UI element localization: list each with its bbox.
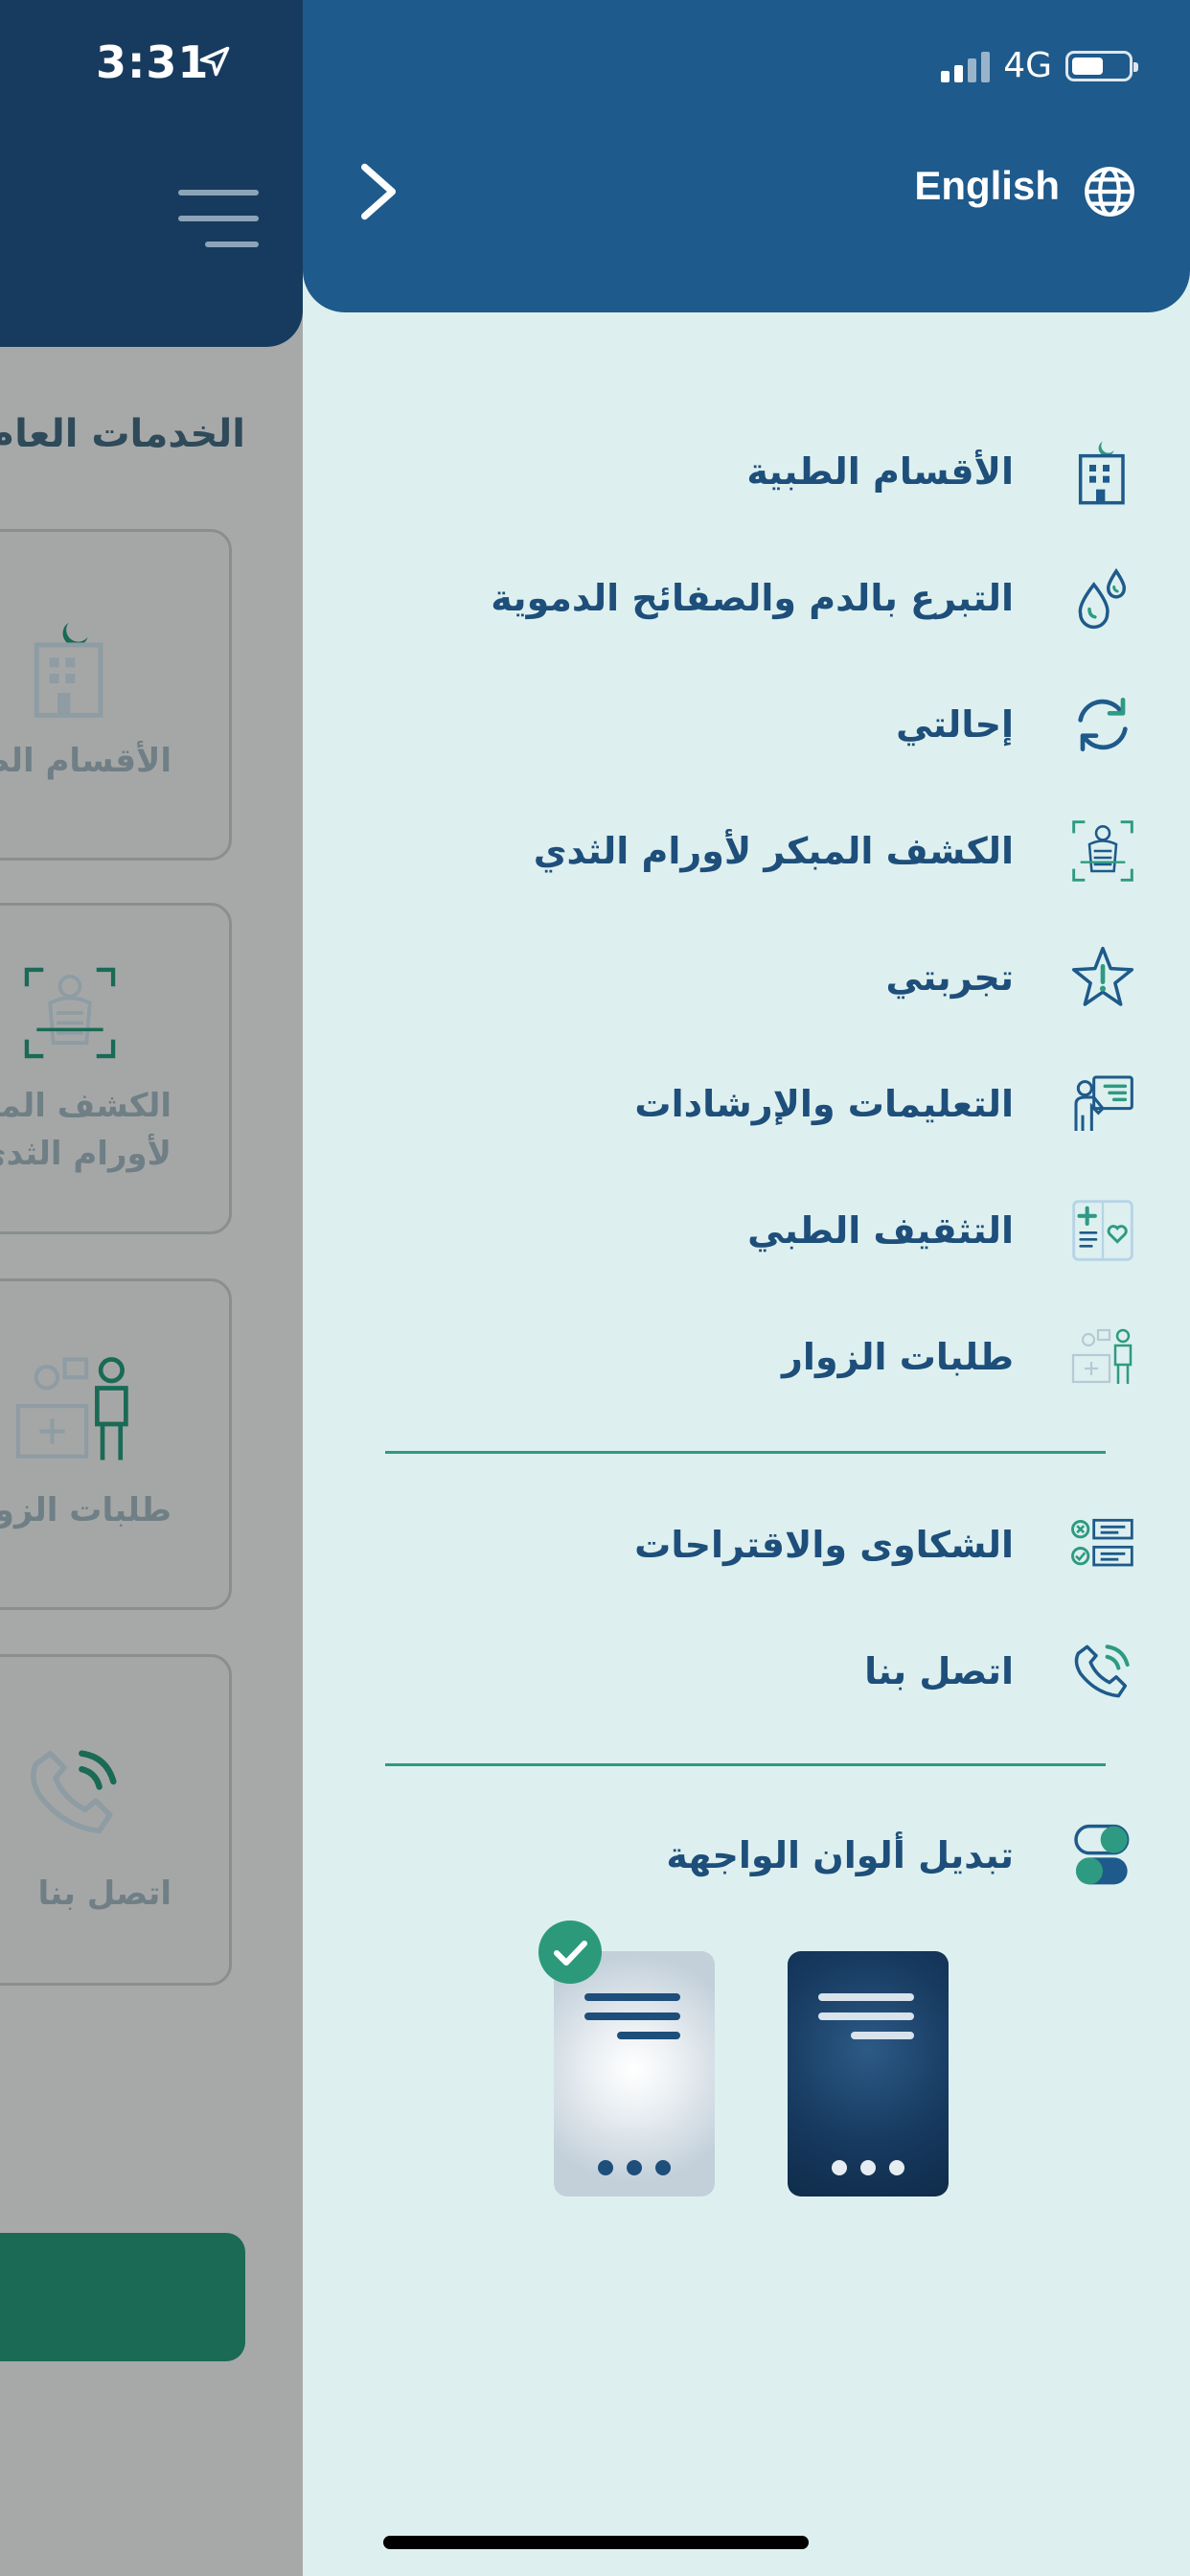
home-indicator — [383, 2536, 809, 2549]
background-header: 3:31 — [0, 0, 303, 347]
blood-drops-icon — [1078, 567, 1127, 630]
theme-option-dark[interactable] — [788, 1951, 949, 2196]
menu-item-label: تبديل ألوان الواجهة — [666, 1834, 1014, 1876]
menu-item-blood-donation[interactable]: التبرع بالدم والصفائح الدموية — [408, 552, 1136, 644]
refresh-arrows-icon — [1078, 698, 1128, 751]
service-card-label-line2: لأورام الثدي — [0, 1135, 172, 1173]
medical-education-icon — [1072, 1200, 1133, 1261]
service-card-breast-screening[interactable]: الكشف المبك لأورام الثدي — [0, 903, 232, 1234]
hospital-building-icon — [1078, 441, 1125, 505]
menu-item-my-experience[interactable]: تجربتي — [408, 932, 1136, 1024]
breast-screening-icon — [24, 967, 116, 1059]
toggle-switches-icon — [1074, 1824, 1130, 1885]
service-card-label: طلبات الزوا — [0, 1491, 172, 1530]
service-card-contact-us[interactable]: اتصل بنا — [0, 1654, 232, 1986]
menu-item-contact-us[interactable]: اتصل بنا — [408, 1625, 1136, 1717]
globe-icon[interactable] — [1083, 165, 1136, 218]
phone-call-icon — [1074, 1644, 1130, 1698]
hospital-building-icon — [34, 622, 103, 718]
service-card-medical-departments[interactable]: الأقسام الطب — [0, 529, 232, 861]
menu-item-medical-education[interactable]: التثقيف الطبي — [408, 1184, 1136, 1276]
menu-divider — [385, 1763, 1106, 1766]
menu-item-breast-screening[interactable]: الكشف المبكر لأورام الثدي — [408, 805, 1136, 897]
menu-item-label: اتصل بنا — [864, 1650, 1014, 1692]
menu-item-medical-departments[interactable]: الأقسام الطبية — [408, 426, 1136, 518]
language-toggle[interactable]: English — [914, 163, 1060, 209]
status-bar-indicators: 4G — [941, 46, 1138, 85]
complaints-checklist-icon — [1071, 1518, 1133, 1567]
menu-item-label: التثقيف الطبي — [747, 1209, 1014, 1252]
section-title: الخدمات العام — [0, 412, 245, 456]
drawer-header: 4G English — [303, 0, 1190, 312]
theme-option-light[interactable] — [554, 1951, 715, 2196]
menu-item-theme-switch: تبديل ألوان الواجهة — [408, 1809, 1136, 1901]
instructions-icon — [1074, 1075, 1133, 1131]
menu-item-label: التبرع بالدم والصفائح الدموية — [491, 577, 1014, 619]
status-time: 3:31 — [96, 36, 210, 88]
star-alert-icon — [1071, 946, 1134, 1006]
background-screen: 3:31 الخدمات العام الأقسام الطب الكشف ال… — [0, 0, 303, 2576]
menu-item-label: الشكاوى والاقتراحات — [634, 1524, 1014, 1566]
menu-item-label: إحالتي — [896, 703, 1014, 746]
visitors-desk-icon — [15, 1357, 128, 1460]
service-card-visitor-requests[interactable]: طلبات الزوا — [0, 1278, 232, 1610]
phone-call-icon — [30, 1750, 117, 1834]
hamburger-menu-icon[interactable] — [178, 190, 259, 249]
menu-item-my-referrals[interactable]: إحالتي — [408, 678, 1136, 770]
menu-item-complaints[interactable]: الشكاوى والاقتراحات — [408, 1499, 1136, 1591]
menu-item-label: التعليمات والإرشادات — [634, 1083, 1014, 1125]
visitors-icon — [1071, 1328, 1133, 1384]
menu-item-label: تجربتي — [885, 956, 1014, 999]
primary-action-button[interactable] — [0, 2233, 245, 2361]
menu-item-label: الكشف المبكر لأورام الثدي — [533, 830, 1014, 872]
service-card-label: الأقسام الطب — [0, 742, 172, 780]
service-card-label: اتصل بنا — [37, 1874, 172, 1913]
menu-divider — [385, 1451, 1106, 1454]
service-card-label-line1: الكشف المبك — [0, 1087, 172, 1125]
breast-screening-icon — [1072, 820, 1133, 882]
menu-item-instructions[interactable]: التعليمات والإرشادات — [408, 1058, 1136, 1150]
signal-strength-icon — [941, 50, 991, 82]
selected-check-icon — [538, 1920, 602, 1984]
menu-item-visitor-requests[interactable]: طلبات الزوار — [408, 1311, 1136, 1403]
side-drawer: 4G English الأقسام الطبية التبرع بالدم و… — [303, 0, 1190, 2576]
chevron-right-icon[interactable] — [355, 161, 402, 222]
battery-icon — [1065, 50, 1138, 81]
menu-item-label: الأقسام الطبية — [746, 450, 1014, 493]
network-type: 4G — [1003, 46, 1052, 85]
location-arrow-icon — [199, 46, 230, 77]
menu-item-label: طلبات الزوار — [782, 1336, 1014, 1378]
